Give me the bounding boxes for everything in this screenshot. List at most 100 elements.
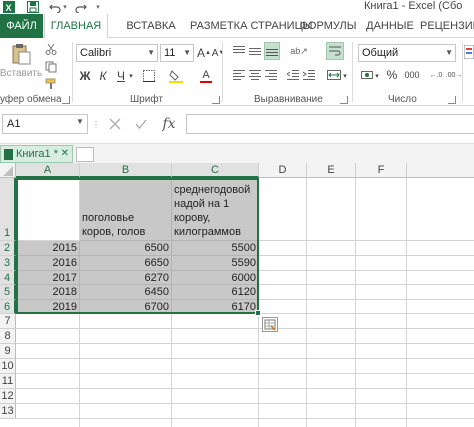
align-center-icon[interactable] [248,68,262,82]
wrap-text-icon[interactable] [326,42,344,60]
cell-a6[interactable]: 2019 [16,300,80,314]
group-separator [72,42,73,102]
font-name-combo[interactable]: Calibri ▼ [76,44,158,62]
row-header-8[interactable]: 8 [0,329,16,344]
cut-icon[interactable] [44,42,58,56]
row-header-5[interactable]: 5 [0,285,16,300]
cell-c5[interactable]: 6120 [172,285,259,300]
align-left-icon[interactable] [232,68,246,82]
qat-customize-icon[interactable]: ▾ [94,1,102,13]
column-header-b[interactable]: B [80,163,172,178]
new-workbook-tab-button[interactable] [76,147,94,162]
cell-b5[interactable]: 6450 [80,285,172,300]
cell-c3[interactable]: 5590 [172,256,259,271]
increase-decimal-icon[interactable]: ←.0 [428,68,444,82]
row-header-2[interactable]: 2 [0,241,16,256]
quick-analysis-button[interactable] [262,317,278,332]
cell-b3[interactable]: 6650 [80,256,172,271]
cell-a5[interactable]: 2018 [16,285,80,300]
accounting-format-icon[interactable] [360,68,374,82]
cell-c1[interactable]: среднегодовой надой на 1 корову, килогра… [172,178,259,241]
merge-center-icon[interactable] [326,68,342,82]
borders-icon[interactable] [142,69,156,83]
chevron-down-icon[interactable]: ▼ [76,117,84,126]
select-all-corner[interactable] [0,163,16,178]
column-header-a[interactable]: A [16,163,80,178]
cell-a1[interactable] [16,178,80,241]
cell-c2[interactable]: 5500 [172,241,259,256]
conditional-formatting-icon[interactable] [464,44,474,60]
undo-dropdown-icon[interactable]: ▾ [62,1,68,13]
cell-a3[interactable]: 2016 [16,256,80,271]
save-icon[interactable] [26,1,40,13]
grow-font-button[interactable]: A ▲ [197,44,211,62]
decrease-decimal-icon[interactable]: .00→ [446,68,463,82]
cell-b2[interactable]: 6500 [80,241,172,256]
underline-button[interactable]: Ч [114,68,128,84]
cell-a2[interactable]: 2015 [16,241,80,256]
row-header-9[interactable]: 9 [0,344,16,359]
row-header-13[interactable]: 13 [0,404,16,419]
number-launcher-icon[interactable] [448,96,456,104]
percent-button[interactable]: % [386,68,398,82]
tab-review[interactable]: РЕЦЕНЗИРО [420,14,474,38]
undo-icon[interactable] [48,1,62,13]
cell-b6[interactable]: 6700 [80,300,172,314]
column-header-d[interactable]: D [259,163,307,178]
row-header-10[interactable]: 10 [0,359,16,374]
italic-button[interactable]: К [96,68,110,84]
column-header-c[interactable]: C [172,163,259,178]
alignment-launcher-icon[interactable] [340,96,348,104]
cancel-entry-icon[interactable] [106,115,124,133]
column-header-f[interactable]: F [356,163,407,178]
row-header-7[interactable]: 7 [0,314,16,329]
increase-indent-icon[interactable] [302,68,316,82]
clipboard-launcher-icon[interactable] [62,96,70,104]
thousands-separator-button[interactable]: 000 [402,68,422,82]
accounting-dropdown-icon[interactable]: ▾ [374,70,380,82]
row-header-4[interactable]: 4 [0,271,16,285]
cell-c4[interactable]: 6000 [172,271,259,285]
group-separator [222,42,223,102]
decrease-indent-icon[interactable] [286,68,300,82]
cell-c6[interactable]: 6170 [172,300,259,314]
underline-dropdown-icon[interactable]: ▾ [128,70,134,82]
font-size-combo[interactable]: 11 ▼ [160,44,194,62]
column-header-e[interactable]: E [307,163,356,178]
formula-input[interactable] [186,114,474,134]
workbook-tab[interactable]: Книга1 * ✕ [0,145,73,163]
align-bottom-icon[interactable] [264,42,280,60]
align-top-icon[interactable] [232,44,246,58]
format-painter-icon[interactable] [44,77,58,91]
align-middle-icon[interactable] [248,44,262,58]
font-color-icon[interactable]: A [198,68,214,84]
row-header-12[interactable]: 12 [0,389,16,404]
row-header-6[interactable]: 6 [0,300,16,314]
redo-icon[interactable] [74,1,88,13]
orientation-icon[interactable]: ab↗ [290,44,308,58]
insert-function-button[interactable]: fx [158,115,180,133]
close-icon[interactable]: ✕ [61,146,69,162]
tab-insert[interactable]: ВСТАВКА [114,14,188,38]
paste-button[interactable]: Вставить [0,40,42,82]
tab-file[interactable]: ФАЙЛ [0,14,43,38]
fill-handle[interactable] [255,310,261,316]
tab-formulas[interactable]: ФОРМУЛЫ [296,14,360,38]
cell-b4[interactable]: 6270 [80,271,172,285]
row-header-3[interactable]: 3 [0,256,16,271]
number-format-combo[interactable]: Общий ▼ [358,44,456,62]
copy-icon[interactable] [44,60,58,74]
align-right-icon[interactable] [264,68,278,82]
cell-b1[interactable]: поголовье коров, голов [80,178,172,241]
font-launcher-icon[interactable] [212,96,220,104]
fill-color-icon[interactable] [168,68,184,84]
tab-page-layout[interactable]: РАЗМЕТКА СТРАНИЦЫ [190,14,312,38]
row-header-1[interactable]: 1 [0,178,16,241]
merge-dropdown-icon[interactable]: ▾ [342,70,348,82]
confirm-entry-icon[interactable] [132,115,150,133]
bold-button[interactable]: Ж [78,68,92,84]
tab-home[interactable]: ГЛАВНАЯ [44,14,108,39]
row-header-11[interactable]: 11 [0,374,16,389]
tab-data[interactable]: ДАННЫЕ [362,14,418,38]
cell-a4[interactable]: 2017 [16,271,80,285]
